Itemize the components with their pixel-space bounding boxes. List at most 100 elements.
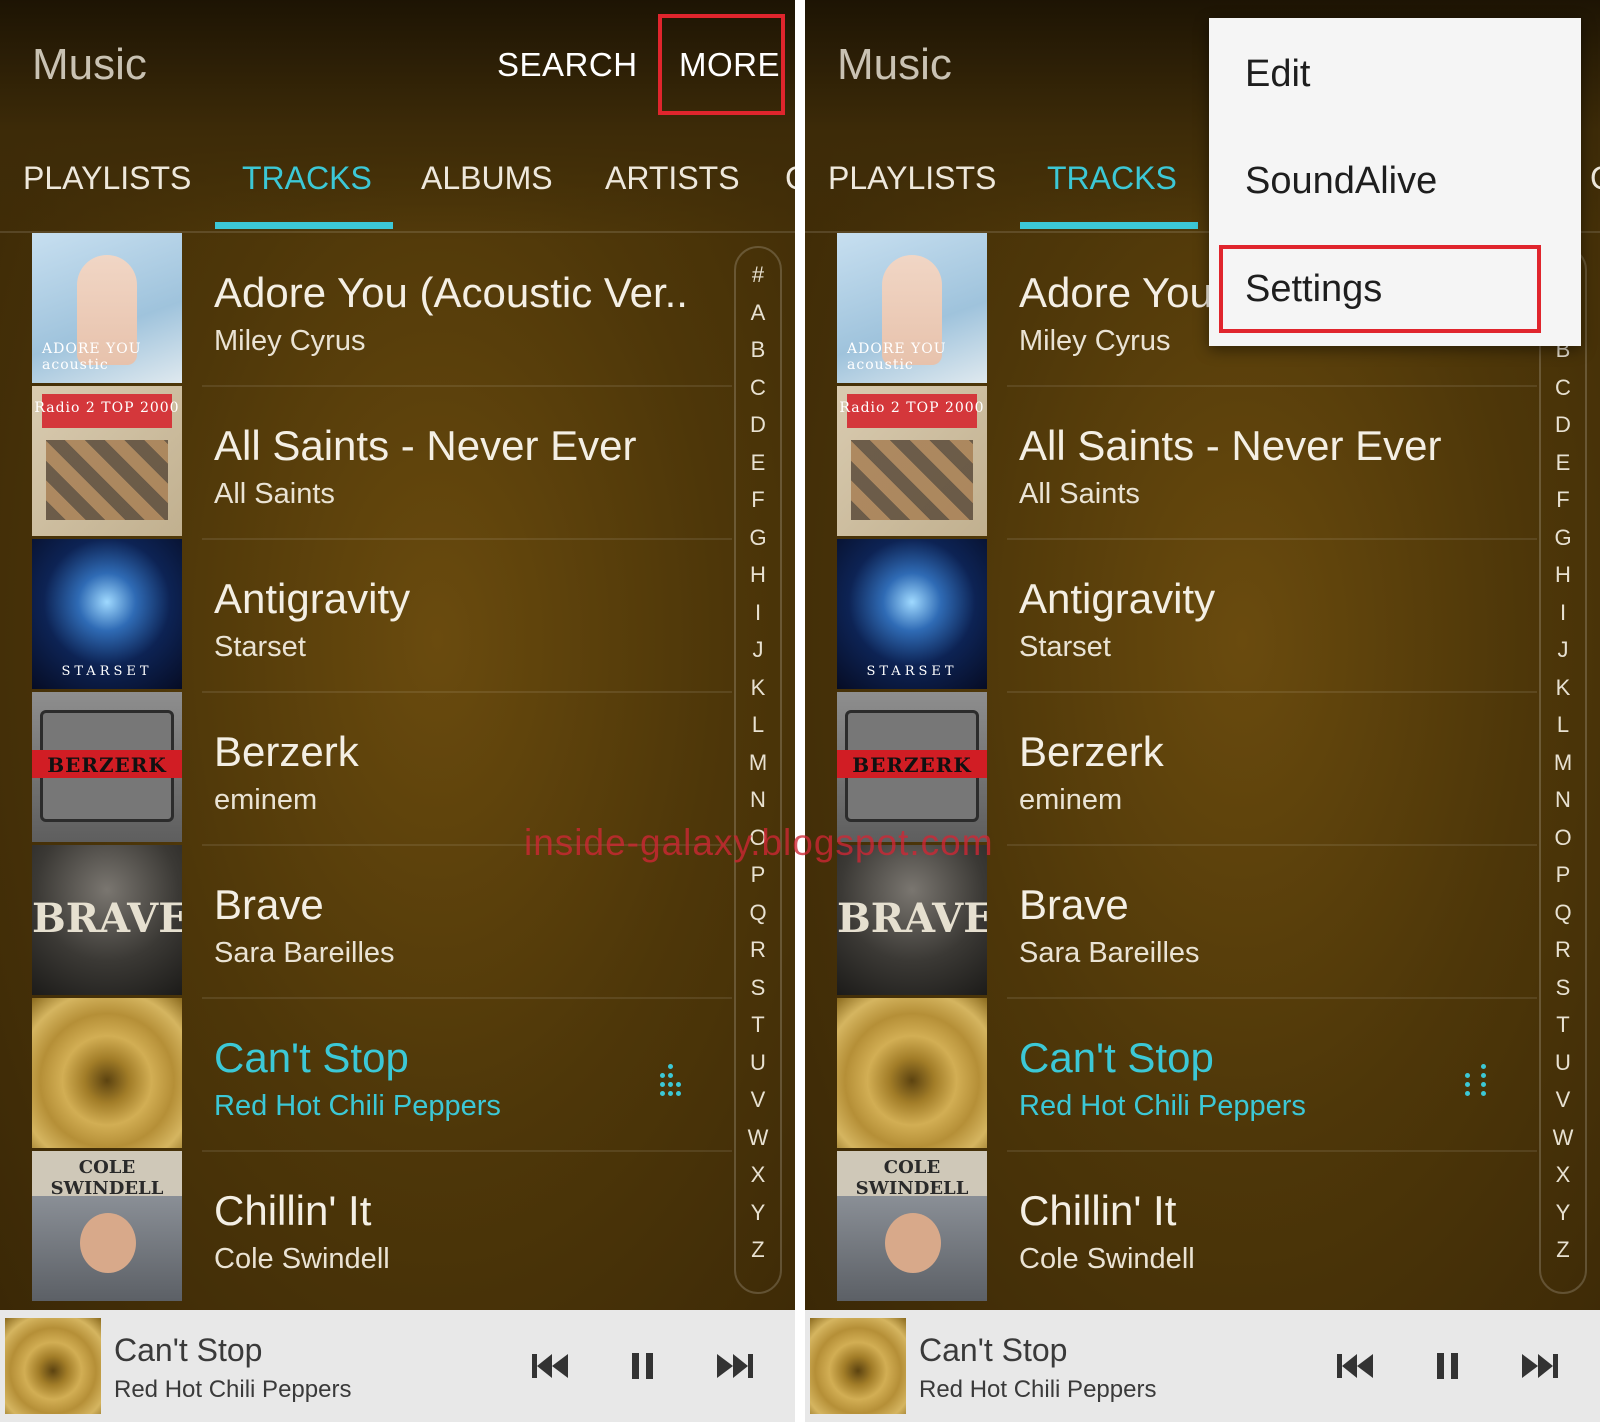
album-art-text: ADORE YOU acoustic [42,341,142,373]
index-letter[interactable]: Z [1541,1237,1585,1263]
track-title: Brave [214,881,324,928]
index-letter[interactable]: # [736,262,780,288]
index-letter[interactable]: M [1541,750,1585,776]
index-letter[interactable]: A [736,300,780,326]
alphabet-index-scroller[interactable]: #ABCDEFGHIJKLMNOPQRSTUVWXYZ [1539,246,1587,1294]
index-letter[interactable]: S [736,975,780,1001]
index-letter[interactable]: Y [1541,1200,1585,1226]
track-row[interactable]: BRAVE Brave Sara Bareilles [837,845,1537,999]
index-letter[interactable]: R [736,937,780,963]
index-letter[interactable]: N [1541,787,1585,813]
index-letter[interactable]: L [736,712,780,738]
alphabet-index-scroller[interactable]: #ABCDEFGHIJKLMNOPQRSTUVWXYZ [734,246,782,1294]
track-row-now-playing[interactable]: Can't Stop Red Hot Chili Peppers [32,998,732,1152]
next-icon[interactable] [713,1344,757,1388]
tab-albums[interactable]: ALBUMS [421,160,553,197]
track-row-now-playing[interactable]: Can't Stop Red Hot Chili Peppers [837,998,1537,1152]
index-letter[interactable]: R [1541,937,1585,963]
mini-player[interactable]: Can't Stop Red Hot Chili Peppers [805,1310,1600,1422]
index-letter[interactable]: K [736,675,780,701]
tab-partial[interactable]: C [785,160,795,197]
index-letter[interactable]: Q [736,900,780,926]
active-tab-indicator [215,222,393,229]
index-letter[interactable]: P [736,862,780,888]
track-title: All Saints - Never Ever [214,422,637,469]
album-art-text: COLE SWINDELL [50,1157,164,1199]
index-letter[interactable]: D [736,412,780,438]
index-letter[interactable]: I [1541,600,1585,626]
track-row[interactable]: STARSET Antigravity Starset [837,539,1537,693]
index-letter[interactable]: E [1541,450,1585,476]
track-row[interactable]: COLE SWINDELL Chillin' It Cole Swindell [32,1151,732,1303]
album-art: BERZERK [32,692,182,842]
index-letter[interactable]: H [1541,562,1585,588]
track-title: Chillin' It [1019,1187,1177,1234]
menu-item-edit[interactable]: Edit [1245,53,1310,96]
panel-divider [795,0,805,1422]
previous-icon[interactable] [1333,1344,1377,1388]
album-art: COLE SWINDELL [32,1151,182,1301]
next-icon[interactable] [1518,1344,1562,1388]
menu-item-soundalive[interactable]: SoundAlive [1245,160,1437,203]
index-letter[interactable]: Y [736,1200,780,1226]
index-letter[interactable]: J [736,637,780,663]
tab-partial[interactable]: C [1590,160,1600,197]
index-letter[interactable]: T [1541,1012,1585,1038]
track-artist: Starset [214,631,306,663]
index-letter[interactable]: Z [736,1237,780,1263]
tab-tracks[interactable]: TRACKS [242,160,372,197]
pause-icon[interactable] [620,1344,664,1388]
index-letter[interactable]: U [736,1050,780,1076]
index-letter[interactable]: S [1541,975,1585,1001]
track-row[interactable]: Radio 2 TOP 2000 All Saints - Never Ever… [32,386,732,540]
tab-playlists[interactable]: PLAYLISTS [828,160,996,197]
index-letter[interactable]: J [1541,637,1585,663]
index-letter[interactable]: Q [1541,900,1585,926]
index-letter[interactable]: W [736,1125,780,1151]
index-letter[interactable]: E [736,450,780,476]
index-letter[interactable]: H [736,562,780,588]
album-art: COLE SWINDELL [837,1151,987,1301]
album-art-text: BERZERK [47,753,167,777]
previous-icon[interactable] [528,1344,572,1388]
search-button[interactable]: SEARCH [497,46,638,84]
index-letter[interactable]: F [736,487,780,513]
index-letter[interactable]: L [1541,712,1585,738]
index-letter[interactable]: F [1541,487,1585,513]
index-letter[interactable]: C [736,375,780,401]
track-row[interactable]: BRAVE Brave Sara Bareilles [32,845,732,999]
index-letter[interactable]: U [1541,1050,1585,1076]
index-letter[interactable]: C [1541,375,1585,401]
index-letter[interactable]: T [736,1012,780,1038]
index-letter[interactable]: N [736,787,780,813]
index-letter[interactable]: X [1541,1162,1585,1188]
index-letter[interactable]: G [1541,525,1585,551]
index-letter[interactable]: W [1541,1125,1585,1151]
pause-icon[interactable] [1425,1344,1469,1388]
index-letter[interactable]: V [736,1087,780,1113]
index-letter[interactable]: V [1541,1087,1585,1113]
track-row[interactable]: COLE SWINDELL Chillin' It Cole Swindell [837,1151,1537,1303]
more-highlight-box [658,14,785,115]
album-art-text: STARSET [866,664,958,679]
track-row[interactable]: Radio 2 TOP 2000 All Saints - Never Ever… [837,386,1537,540]
index-letter[interactable]: D [1541,412,1585,438]
index-letter[interactable]: O [1541,825,1585,851]
tab-playlists[interactable]: PLAYLISTS [23,160,191,197]
mini-player[interactable]: Can't Stop Red Hot Chili Peppers [0,1310,795,1422]
settings-highlight-box [1219,245,1541,333]
track-title: Can't Stop [214,1034,409,1081]
index-letter[interactable]: G [736,525,780,551]
track-row[interactable]: STARSET Antigravity Starset [32,539,732,693]
index-letter[interactable]: B [736,337,780,363]
index-letter[interactable]: M [736,750,780,776]
index-letter[interactable]: P [1541,862,1585,888]
index-letter[interactable]: I [736,600,780,626]
tab-tracks[interactable]: TRACKS [1047,160,1177,197]
track-row[interactable]: ADORE YOU acoustic Adore You (Acoustic V… [32,233,732,387]
index-letter[interactable]: K [1541,675,1585,701]
app-title: Music [837,40,952,89]
tab-artists[interactable]: ARTISTS [605,160,740,197]
album-art-text: Radio 2 TOP 2000 [839,400,985,416]
index-letter[interactable]: X [736,1162,780,1188]
